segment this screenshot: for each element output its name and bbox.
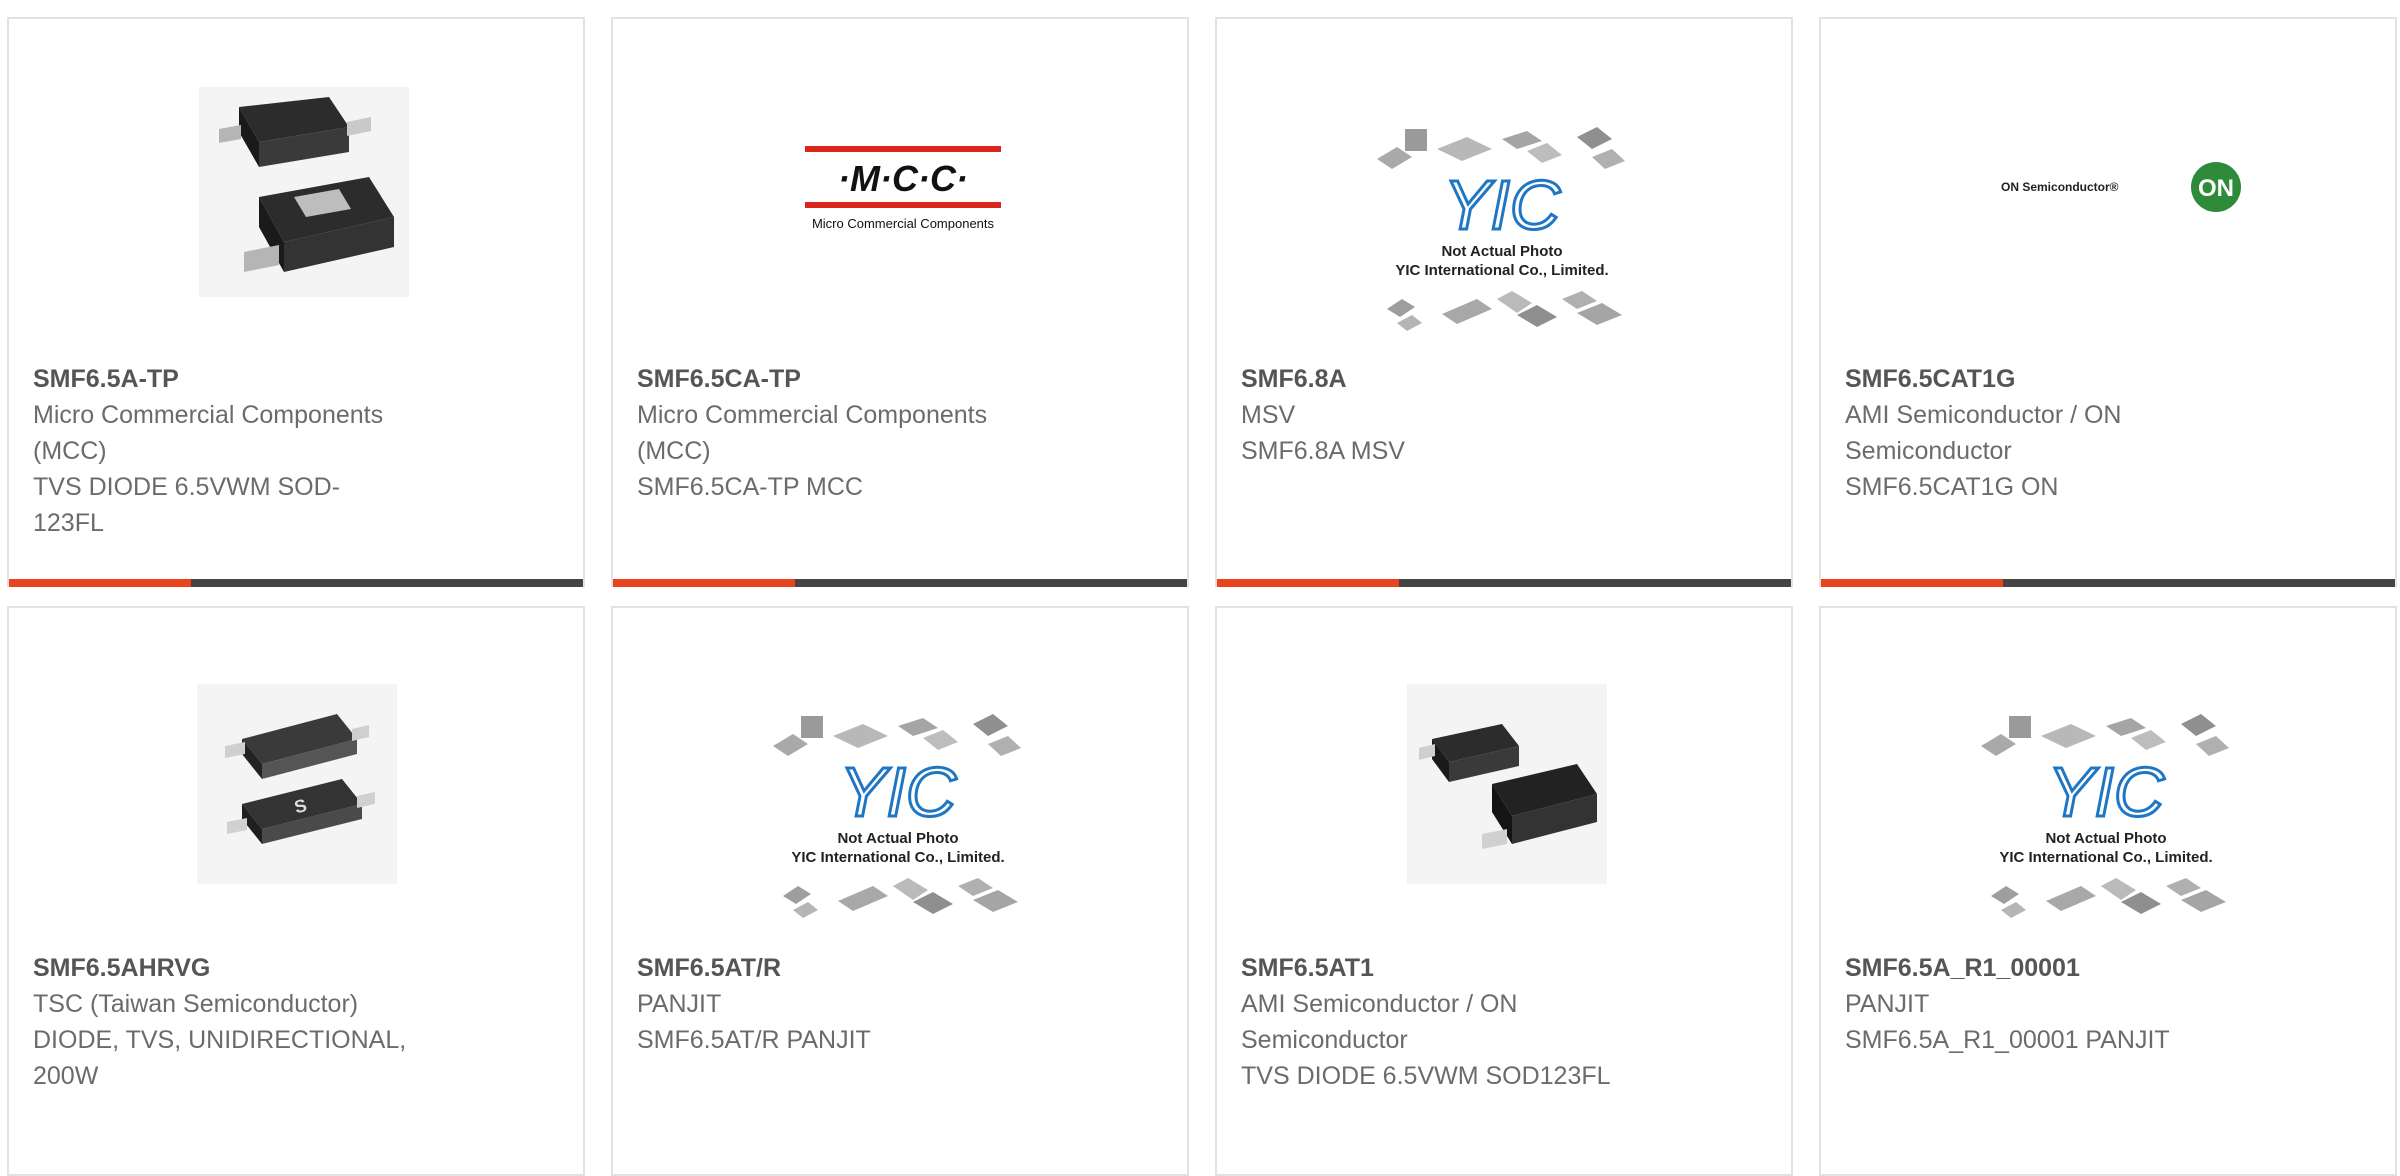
manufacturer-line: Micro Commercial Components (33, 401, 384, 429)
product-card[interactable]: YIC Not Actual Photo YIC International C… (1215, 17, 1793, 587)
description-line: TVS DIODE 6.5VWM SOD- (33, 473, 340, 501)
product-image[interactable] (9, 19, 583, 359)
card-underline (9, 579, 583, 587)
card-underline-accent (9, 579, 191, 587)
manufacturer-line: Semiconductor (1845, 437, 2012, 465)
description-line: DIODE, TVS, UNIDIRECTIONAL, (33, 1026, 407, 1054)
product-info: SMF6.5AT/R PANJIT SMF6.5AT/R PANJIT (637, 950, 1057, 1058)
manufacturer-line: MSV (1241, 401, 1296, 429)
mcc-logo-image: ·M·C·C· Micro Commercial Components (805, 146, 1001, 231)
product-info: SMF6.8A MSV SMF6.8A MSV (1241, 361, 1661, 469)
manufacturer-line: PANJIT (637, 990, 722, 1018)
description-line: SMF6.5A_R1_00001 PANJIT (1845, 1026, 2170, 1054)
mcc-logo-subtext: Micro Commercial Components (812, 216, 995, 231)
manufacturer-line: Micro Commercial Components (637, 401, 988, 429)
on-semiconductor-logo-image: ON Semiconductor® ON (2001, 162, 2241, 212)
product-image[interactable]: S (9, 608, 583, 948)
product-grid: SMF6.5A-TP Micro Commercial Components (… (0, 0, 2400, 1176)
description-line: 123FL (33, 509, 104, 537)
description-line: TVS DIODE 6.5VWM SOD123FL (1241, 1062, 1611, 1090)
manufacturer-line: (MCC) (637, 437, 711, 465)
part-number-link[interactable]: SMF6.5A-TP (33, 361, 453, 397)
placeholder-line2: YIC International Co., Limited. (1395, 262, 1608, 279)
manufacturer-line: Semiconductor (1241, 1026, 1408, 1054)
product-image[interactable]: ON Semiconductor® ON (1821, 19, 2395, 359)
diode-package-image: S (197, 684, 397, 884)
product-image[interactable]: YIC Not Actual Photo YIC International C… (1217, 19, 1791, 359)
manufacturer-line: AMI Semiconductor / ON (1241, 990, 1518, 1018)
product-image[interactable] (1217, 608, 1791, 948)
manufacturer-line: TSC (Taiwan Semiconductor) (33, 990, 359, 1018)
description-line: SMF6.5AT/R PANJIT (637, 1026, 871, 1054)
part-number-link[interactable]: SMF6.8A (1241, 361, 1661, 397)
not-actual-photo-placeholder: YIC Not Actual Photo YIC International C… (1377, 127, 1625, 331)
product-info: SMF6.5CAT1G AMI Semiconductor / ON Semic… (1845, 361, 2265, 505)
yic-logo: YIC (2048, 753, 2165, 831)
placeholder-line2: YIC International Co., Limited. (1999, 849, 2212, 866)
placeholder-line1: Not Actual Photo (837, 830, 958, 847)
part-number-link[interactable]: SMF6.5A_R1_00001 (1845, 950, 2265, 986)
product-card[interactable]: YIC Not Actual Photo YIC International C… (1819, 606, 2397, 1176)
description-line: SMF6.5CA-TP MCC (637, 473, 863, 501)
product-card[interactable]: SMF6.5AT1 AMI Semiconductor / ON Semicon… (1215, 606, 1793, 1176)
manufacturer-line: PANJIT (1845, 990, 1930, 1018)
card-underline (1217, 579, 1791, 587)
product-info: SMF6.5AHRVG TSC (Taiwan Semiconductor) D… (33, 950, 453, 1094)
product-card[interactable]: YIC Not Actual Photo YIC International C… (611, 606, 1189, 1176)
product-info: SMF6.5A-TP Micro Commercial Components (… (33, 361, 453, 541)
on-badge: ON (2198, 175, 2234, 202)
product-info: SMF6.5A_R1_00001 PANJIT SMF6.5A_R1_00001… (1845, 950, 2265, 1058)
manufacturer-line: (MCC) (33, 437, 107, 465)
diode-package-image (199, 87, 409, 297)
part-number-link[interactable]: SMF6.5AHRVG (33, 950, 453, 986)
product-image[interactable]: YIC Not Actual Photo YIC International C… (1821, 608, 2395, 948)
card-underline-accent (613, 579, 795, 587)
product-card[interactable]: SMF6.5A-TP Micro Commercial Components (… (7, 17, 585, 587)
yic-logo: YIC (840, 753, 957, 831)
product-card[interactable]: ·M·C·C· Micro Commercial Components SMF6… (611, 17, 1189, 587)
not-actual-photo-placeholder: YIC Not Actual Photo YIC International C… (1981, 714, 2229, 918)
part-number-link[interactable]: SMF6.5AT/R (637, 950, 1057, 986)
part-number-link[interactable]: SMF6.5AT1 (1241, 950, 1661, 986)
card-underline (1821, 579, 2395, 587)
card-underline-accent (1217, 579, 1399, 587)
not-actual-photo-placeholder: YIC Not Actual Photo YIC International C… (773, 714, 1021, 918)
placeholder-line1: Not Actual Photo (2045, 830, 2166, 847)
description-line: 200W (33, 1062, 99, 1090)
diode-package-image (1407, 684, 1607, 884)
placeholder-line2: YIC International Co., Limited. (791, 849, 1004, 866)
product-card[interactable]: S SMF6.5AHRVG TSC (Taiwan Semiconductor)… (7, 606, 585, 1176)
mcc-logo-text: ·M·C·C· (838, 158, 968, 199)
part-number-link[interactable]: SMF6.5CAT1G (1845, 361, 2265, 397)
product-info: SMF6.5AT1 AMI Semiconductor / ON Semicon… (1241, 950, 1661, 1094)
product-info: SMF6.5CA-TP Micro Commercial Components … (637, 361, 1057, 505)
yic-logo: YIC (1444, 166, 1561, 244)
product-image[interactable]: ·M·C·C· Micro Commercial Components (613, 19, 1187, 359)
card-underline-accent (1821, 579, 2003, 587)
placeholder-line1: Not Actual Photo (1441, 243, 1562, 260)
description-line: SMF6.5CAT1G ON (1845, 473, 2059, 501)
description-line: SMF6.8A MSV (1241, 437, 1405, 465)
manufacturer-line: AMI Semiconductor / ON (1845, 401, 2122, 429)
product-card[interactable]: ON Semiconductor® ON SMF6.5CAT1G AMI Sem… (1819, 17, 2397, 587)
card-underline (613, 579, 1187, 587)
product-image[interactable]: YIC Not Actual Photo YIC International C… (613, 608, 1187, 948)
on-semi-logo-text: ON Semiconductor® (2001, 180, 2119, 194)
part-number-link[interactable]: SMF6.5CA-TP (637, 361, 1057, 397)
